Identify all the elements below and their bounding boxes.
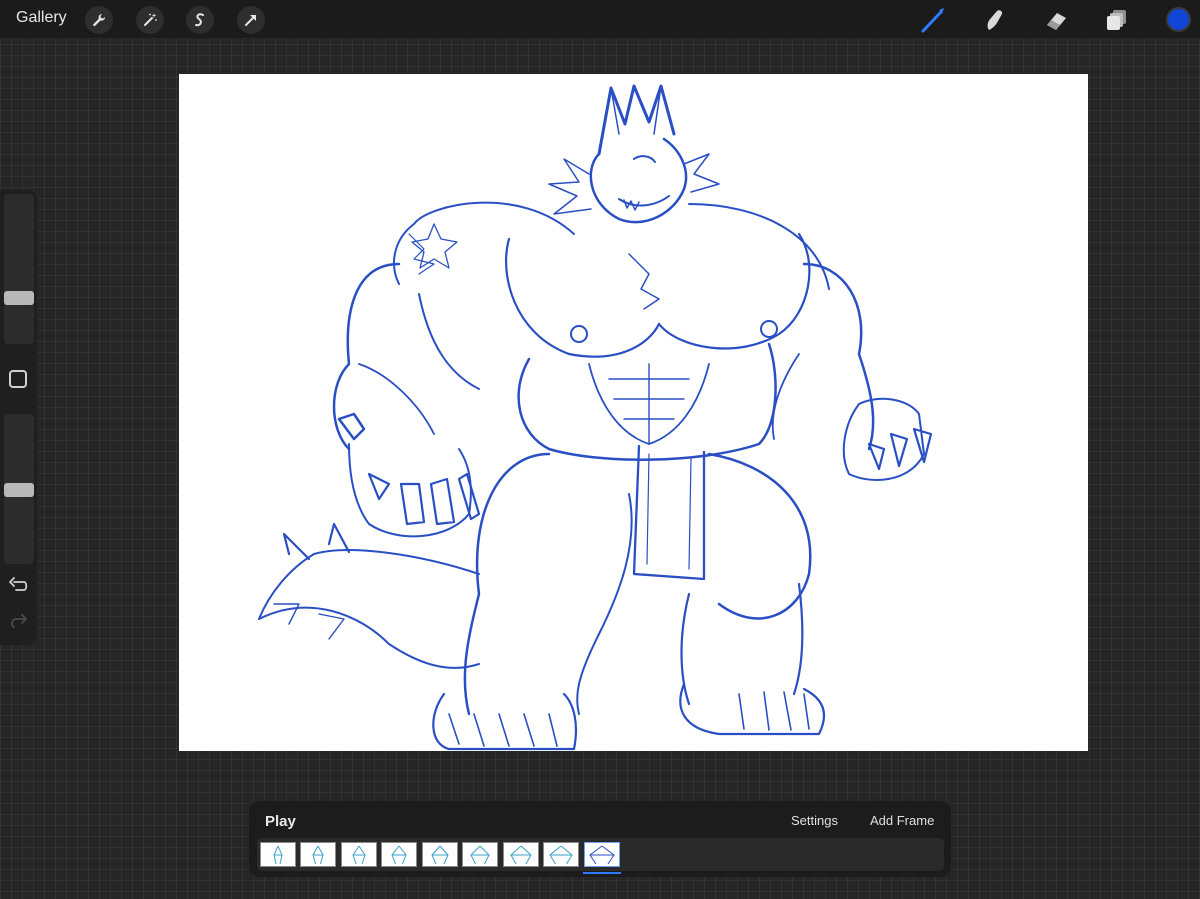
selection-icon[interactable] xyxy=(186,6,214,34)
frame-thumbnail-selected[interactable] xyxy=(584,842,620,867)
wrench-icon[interactable] xyxy=(85,6,113,34)
undo-icon[interactable] xyxy=(8,576,30,596)
drawing-canvas[interactable] xyxy=(179,74,1088,751)
settings-button[interactable]: Settings xyxy=(791,813,838,828)
redo-icon[interactable] xyxy=(8,613,30,633)
brush-icon[interactable] xyxy=(917,4,949,36)
frame-thumbnail[interactable] xyxy=(503,842,539,867)
frame-thumbnail[interactable] xyxy=(341,842,377,867)
selected-frame-indicator xyxy=(583,872,621,874)
animation-assist-panel: Play Settings Add Frame xyxy=(249,801,951,877)
transform-icon[interactable] xyxy=(237,6,265,34)
left-sidebar xyxy=(0,190,37,645)
frame-thumbnail[interactable] xyxy=(422,842,458,867)
canvas-sketch xyxy=(258,84,933,751)
add-frame-button[interactable]: Add Frame xyxy=(870,813,934,828)
color-swatch[interactable] xyxy=(1166,7,1191,32)
opacity-thumb[interactable] xyxy=(4,483,34,497)
frame-thumbnail[interactable] xyxy=(300,842,336,867)
frame-thumbnail[interactable] xyxy=(260,842,296,867)
frame-timeline[interactable] xyxy=(257,838,944,874)
gallery-button[interactable]: Gallery xyxy=(16,9,67,27)
smudge-icon[interactable] xyxy=(978,4,1010,36)
layers-icon[interactable] xyxy=(1101,4,1133,36)
frame-thumbnail[interactable] xyxy=(381,842,417,867)
brush-size-slider[interactable] xyxy=(4,194,34,344)
top-toolbar: Gallery xyxy=(0,0,1200,38)
brush-size-thumb[interactable] xyxy=(4,291,34,305)
opacity-slider[interactable] xyxy=(4,414,34,564)
play-button[interactable]: Play xyxy=(265,813,296,830)
modify-button[interactable] xyxy=(9,370,27,388)
magic-wand-icon[interactable] xyxy=(136,6,164,34)
frame-thumbnail[interactable] xyxy=(543,842,579,867)
eraser-icon[interactable] xyxy=(1040,4,1072,36)
frame-thumbnail[interactable] xyxy=(462,842,498,867)
